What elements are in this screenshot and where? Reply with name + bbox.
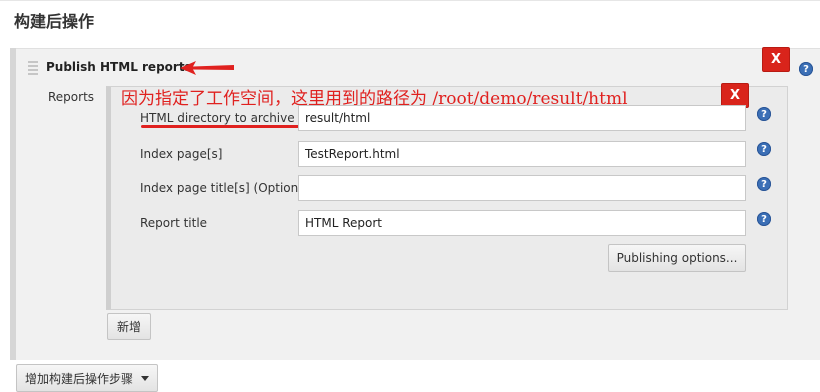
section-title: 构建后操作 xyxy=(14,12,95,31)
index-page-help-icon[interactable]: ? xyxy=(757,142,771,156)
index-page-label: Index page[s] xyxy=(140,147,223,161)
report-title-help-icon[interactable]: ? xyxy=(757,212,771,226)
drag-handle-icon[interactable] xyxy=(28,61,38,75)
html-directory-help-icon[interactable]: ? xyxy=(757,107,771,121)
step-help-icon[interactable]: ? xyxy=(799,62,813,76)
index-page-title-label: Index page title[s] (Optional) xyxy=(140,181,314,195)
index-page-title-input[interactable] xyxy=(298,175,746,201)
publishing-options-button[interactable]: Publishing options... xyxy=(608,244,746,272)
step-title: Publish HTML reports xyxy=(46,60,192,74)
add-post-build-step-label: 增加构建后操作步骤 xyxy=(24,371,133,386)
report-title-label: Report title xyxy=(140,216,208,230)
red-arrow-annotation-icon xyxy=(180,61,234,75)
report-title-input[interactable]: HTML Report xyxy=(298,210,746,236)
add-post-build-step-button[interactable]: 增加构建后操作步骤 xyxy=(16,364,158,392)
top-divider xyxy=(0,0,820,1)
reports-label: Reports xyxy=(48,90,95,104)
index-page-title-help-icon[interactable]: ? xyxy=(757,177,771,191)
html-directory-input[interactable]: result/html xyxy=(298,105,746,131)
html-directory-label: HTML directory to archive xyxy=(140,111,295,125)
delete-step-button[interactable]: X xyxy=(762,47,790,72)
step-divider xyxy=(16,48,820,49)
chevron-down-icon xyxy=(141,375,149,381)
add-report-button[interactable]: 新增 xyxy=(107,313,151,340)
index-page-input[interactable]: TestReport.html xyxy=(298,141,746,167)
